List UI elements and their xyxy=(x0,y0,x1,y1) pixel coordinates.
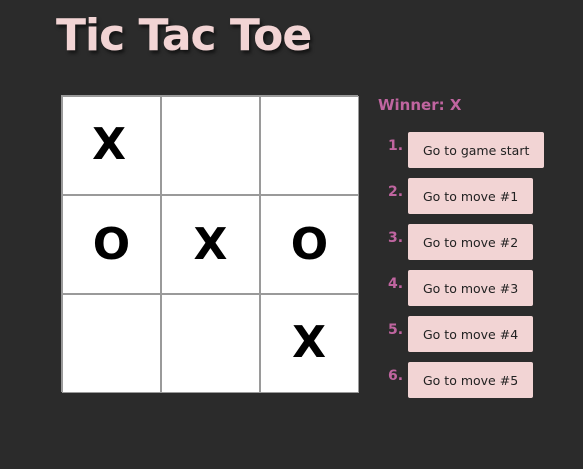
move-history-item: 3. Go to move #2 xyxy=(388,224,544,260)
board-square-8[interactable] xyxy=(161,294,260,393)
move-history-item: 6. Go to move #5 xyxy=(388,362,544,398)
move-number: 3. xyxy=(388,230,404,246)
board-square-1[interactable]: X xyxy=(62,96,161,195)
move-history-item: 5. Go to move #4 xyxy=(388,316,544,352)
go-to-move-1-button[interactable]: Go to move #1 xyxy=(408,178,534,214)
board-square-5[interactable]: X xyxy=(161,195,260,294)
go-to-move-3-button[interactable]: Go to move #3 xyxy=(408,270,534,306)
board-square-7[interactable] xyxy=(62,294,161,393)
go-to-move-5-button[interactable]: Go to move #5 xyxy=(408,362,534,398)
move-number: 6. xyxy=(388,368,404,384)
board-square-9[interactable]: X xyxy=(260,294,359,393)
move-number: 2. xyxy=(388,184,404,200)
go-to-move-2-button[interactable]: Go to move #2 xyxy=(408,224,534,260)
move-history-item: 2. Go to move #1 xyxy=(388,178,544,214)
board-square-4[interactable]: O xyxy=(62,195,161,294)
board-square-2[interactable] xyxy=(161,96,260,195)
move-history-item: 1. Go to game start xyxy=(388,132,545,168)
move-number: 1. xyxy=(388,138,404,154)
move-number: 4. xyxy=(388,276,404,292)
game-status: Winner: X xyxy=(378,96,462,114)
move-history-item: 4. Go to move #3 xyxy=(388,270,544,306)
board-square-3[interactable] xyxy=(260,96,359,195)
move-history-list: 1. Go to game start 2. Go to move #1 3. … xyxy=(388,132,545,408)
game-board: X O X O X xyxy=(61,95,359,393)
board-square-6[interactable]: O xyxy=(260,195,359,294)
go-to-game-start-button[interactable]: Go to game start xyxy=(408,132,545,168)
game-title: Tic Tac Toe xyxy=(56,10,312,61)
move-number: 5. xyxy=(388,322,404,338)
go-to-move-4-button[interactable]: Go to move #4 xyxy=(408,316,534,352)
